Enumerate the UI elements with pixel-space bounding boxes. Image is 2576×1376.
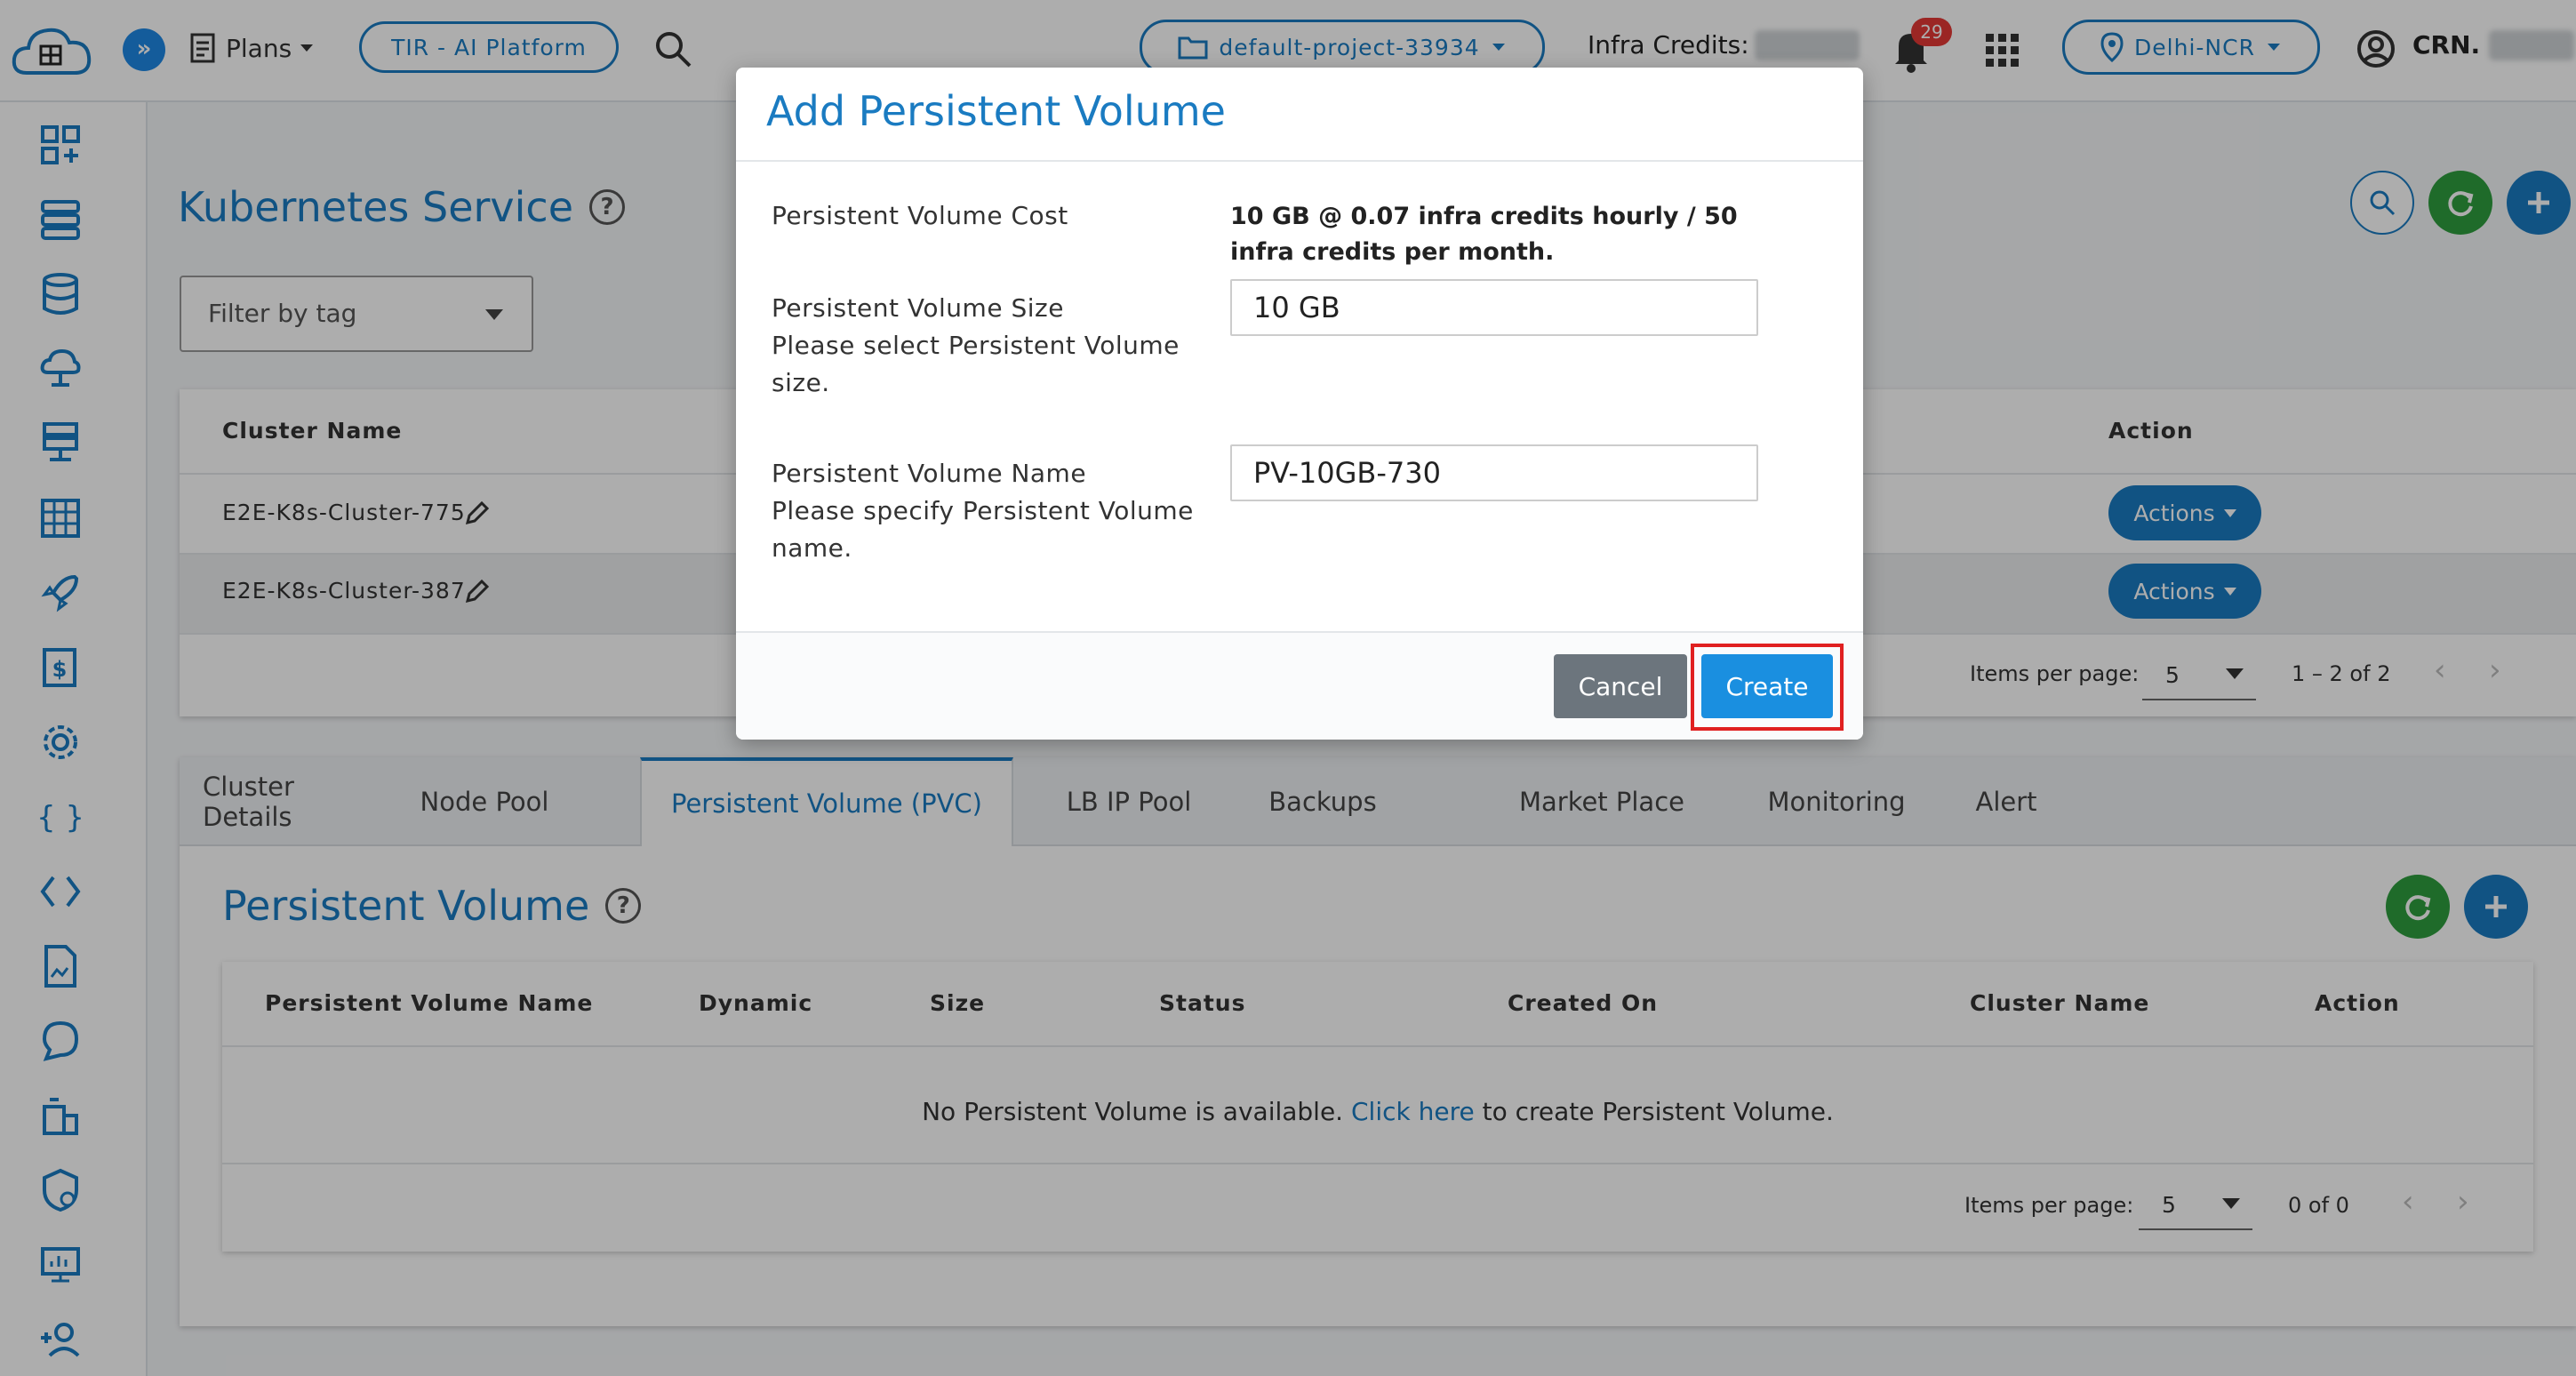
pv-size-hint: Please select Persistent Volume size. — [772, 331, 1180, 397]
pv-name-input[interactable] — [1230, 444, 1758, 501]
pv-cost-value: 10 GB @ 0.07 infra credits hourly / 50 i… — [1230, 203, 1738, 266]
pv-name-label: Persistent Volume Name — [772, 459, 1087, 488]
pv-size-input[interactable] — [1230, 279, 1758, 336]
dialog-header: Add Persistent Volume — [736, 68, 1863, 162]
pv-size-label: Persistent Volume Size — [772, 293, 1064, 323]
pv-cost-label: Persistent Volume Cost — [772, 201, 1068, 230]
add-persistent-volume-dialog: Add Persistent Volume Persistent Volume … — [736, 68, 1863, 740]
cancel-button[interactable]: Cancel — [1554, 654, 1687, 718]
create-button[interactable]: Create — [1701, 654, 1833, 718]
pv-name-hint: Please specify Persistent Volume name. — [772, 496, 1194, 563]
dialog-title: Add Persistent Volume — [766, 87, 1226, 135]
